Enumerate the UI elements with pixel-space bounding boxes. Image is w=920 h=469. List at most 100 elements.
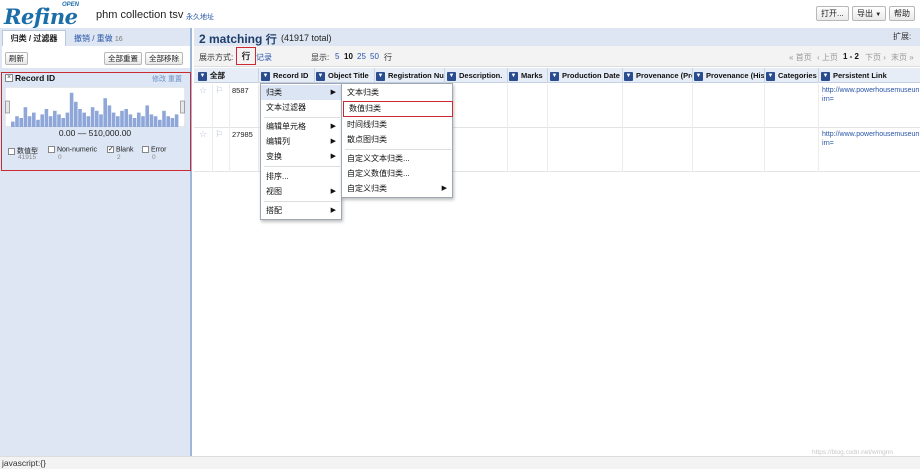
histogram-bar <box>61 118 65 127</box>
menu-label: 自定义文本归类... <box>347 154 410 163</box>
persistent-link-cell[interactable]: http://www.powerhousemuseum.com/collecti… <box>822 86 919 104</box>
menu-item-view[interactable]: 视图 ▶ <box>261 184 341 199</box>
next-page-link[interactable]: 下页 › <box>865 52 886 63</box>
tab-facets-filters[interactable]: 归类 / 过滤器 <box>2 30 66 46</box>
histogram-bar <box>124 109 128 127</box>
open-button[interactable]: 打开... <box>816 6 849 21</box>
check-label: Non-numeric <box>56 146 98 154</box>
menu-label: 搭配 <box>266 206 282 215</box>
column-divider <box>764 68 765 83</box>
column-label: Object Title <box>328 71 369 80</box>
histogram-bar <box>99 114 103 127</box>
menu-item-edit-cells[interactable]: 编辑单元格 ▶ <box>261 119 341 134</box>
histogram-bar <box>23 107 28 127</box>
column-header-provenance-pro[interactable]: ▼ Provenance (Pro <box>624 68 692 83</box>
column-header-provenance-his[interactable]: ▼ Provenance (His <box>694 68 764 83</box>
help-button[interactable]: 帮助 <box>889 6 915 21</box>
dropdown-arrow-icon: ▼ <box>198 71 207 81</box>
histogram-bar <box>137 112 141 127</box>
column-header-categories[interactable]: ▼ Categories <box>766 68 818 83</box>
facet-histogram[interactable] <box>5 87 185 127</box>
page-size-5[interactable]: 5 <box>335 52 339 61</box>
show-as-records[interactable]: 记录 <box>256 52 272 63</box>
persistent-link-cell[interactable]: http://www.powerhousemuseum.com/collecti… <box>822 130 919 148</box>
histogram-bar <box>27 116 32 127</box>
column-header-all[interactable]: ▼ 全部 <box>198 68 240 83</box>
extensions-menu[interactable]: 扩展: <box>893 31 911 42</box>
matching-text: 2 matching <box>199 32 263 46</box>
page-size-10[interactable]: 10 <box>344 52 353 61</box>
range-handle-left[interactable] <box>5 100 10 114</box>
facet-change-link[interactable]: 修改 <box>152 76 166 83</box>
menu-item-edit-column[interactable]: 编辑列 ▶ <box>261 134 341 149</box>
page-size-50[interactable]: 50 <box>370 52 379 61</box>
chevron-down-icon: ▼ <box>875 12 882 18</box>
submenu-item-custom-text-facet[interactable]: 自定义文本归类... <box>342 151 452 166</box>
histogram-bar <box>19 118 23 127</box>
menu-label: 自定义数值归类... <box>347 169 410 178</box>
export-button[interactable]: 导出 ▼ <box>852 6 887 21</box>
first-page-link[interactable]: « 首页 <box>789 52 812 63</box>
submenu-arrow-icon: ▶ <box>330 123 336 130</box>
menu-label: 变换 <box>266 152 282 161</box>
submenu-item-timeline-facet[interactable]: 时间线归类 <box>342 117 452 132</box>
flag-icon[interactable]: ⚐ <box>215 85 223 96</box>
prev-page-link[interactable]: ‹ 上页 <box>817 52 838 63</box>
refine-logo[interactable]: Refine OPEN <box>4 2 90 29</box>
facet-reset-link[interactable]: 重置 <box>168 76 182 83</box>
menu-label: 数值归类 <box>349 104 381 113</box>
submenu-item-numeric-facet[interactable]: 数值归类 <box>343 101 453 117</box>
display-label: 显示: <box>311 53 330 62</box>
facet-check-numeric[interactable]: 数值型 41915 <box>8 146 38 161</box>
submenu-item-text-facet[interactable]: 文本归类 <box>342 85 452 100</box>
close-icon[interactable]: × <box>5 74 13 82</box>
menu-label: 文本归类 <box>347 88 379 97</box>
facet-check-error[interactable]: Error 0 <box>142 146 167 161</box>
menu-label: 归类 <box>266 88 282 97</box>
dropdown-arrow-icon: ▼ <box>821 71 830 81</box>
logo-badge: OPEN <box>62 2 80 8</box>
column-header-object-title[interactable]: ▼ Object Title <box>316 68 374 83</box>
tab-undo-redo[interactable]: 撤销 / 重做 16 <box>74 33 123 44</box>
star-icon[interactable]: ☆ <box>199 85 207 96</box>
cell-divider <box>764 84 765 172</box>
menu-item-facet[interactable]: 归类 ▶ <box>261 85 341 100</box>
submenu-item-customized-facets[interactable]: 自定义归类 ▶ <box>342 181 452 196</box>
column-label: 全部 <box>210 71 225 80</box>
last-page-link[interactable]: 末页 » <box>891 52 914 63</box>
menu-label: 编辑列 <box>266 137 290 146</box>
facet-check-blank[interactable]: ✓ Blank 2 <box>107 146 133 161</box>
page-size-25[interactable]: 25 <box>357 52 366 61</box>
column-header-record-id[interactable]: ▼ Record ID <box>261 68 315 83</box>
star-icon[interactable]: ☆ <box>199 129 207 140</box>
column-divider <box>547 68 548 83</box>
column-header-production-date[interactable]: ▼ Production Date <box>550 68 622 83</box>
refresh-button[interactable]: 刷新 <box>5 52 28 65</box>
column-header-description[interactable]: ▼ Description. <box>447 68 507 83</box>
check-label: Error <box>150 146 167 154</box>
facet-check-non-numeric[interactable]: Non-numeric 0 <box>48 146 98 161</box>
menu-item-sort[interactable]: 排序... <box>261 169 341 184</box>
show-as-rows[interactable]: 行 <box>236 47 256 65</box>
menu-item-reconcile[interactable]: 搭配 ▶ <box>261 203 341 218</box>
dropdown-arrow-icon: ▼ <box>624 71 633 81</box>
record-id-cell[interactable]: 8587 <box>232 86 249 95</box>
check-count: 0 <box>152 154 156 161</box>
project-name[interactable]: phm collection tsv <box>96 9 183 21</box>
flag-icon[interactable]: ⚐ <box>215 129 223 140</box>
submenu-arrow-icon: ▶ <box>441 185 447 192</box>
permalink-link[interactable]: 永久地址 <box>186 12 214 22</box>
submenu-item-scatterplot-facet[interactable]: 散点图归类 <box>342 132 452 147</box>
column-header-registration[interactable]: ▼ Registration Nur <box>376 68 444 83</box>
menu-item-text-filter[interactable]: 文本过滤器 <box>261 100 341 115</box>
histogram-bar <box>78 109 82 127</box>
column-header-persistent-link[interactable]: ▼ Persistent Link <box>821 68 920 83</box>
reset-all-button[interactable]: 全部重置 <box>104 52 142 65</box>
range-handle-right[interactable] <box>180 100 185 114</box>
tab-undo-label: 撤销 / 重做 <box>74 34 113 43</box>
submenu-item-custom-numeric-facet[interactable]: 自定义数值归类... <box>342 166 452 181</box>
record-id-cell[interactable]: 27985 <box>232 130 253 139</box>
column-header-marks[interactable]: ▼ Marks <box>509 68 547 83</box>
menu-item-transpose[interactable]: 变换 ▶ <box>261 149 341 164</box>
remove-all-button[interactable]: 全部移除 <box>145 52 183 65</box>
